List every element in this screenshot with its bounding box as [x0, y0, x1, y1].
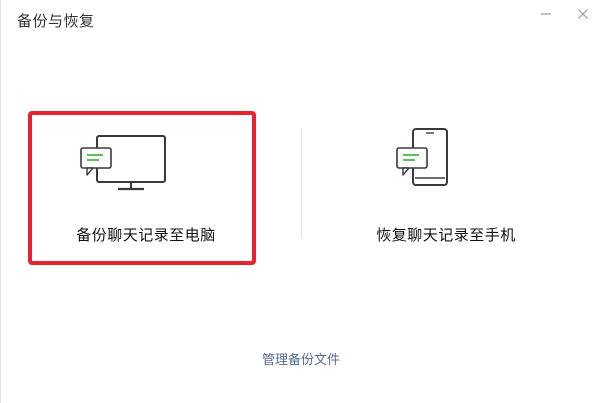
backup-to-pc-label: 备份聊天记录至电脑: [76, 226, 216, 244]
window-title: 备份与恢复: [17, 12, 95, 30]
restore-to-phone-label: 恢复聊天记录至手机: [376, 226, 516, 244]
minimize-button[interactable]: [534, 4, 558, 24]
backup-restore-window: 备份与恢复 备份聊天记录至电脑 恢复聊天记录至手机 管理备份文件: [0, 0, 600, 403]
close-icon: [578, 9, 588, 19]
manage-backup-files-link[interactable]: 管理备份文件: [1, 349, 600, 368]
restore-to-phone-option[interactable]: 恢复聊天记录至手机: [331, 112, 561, 267]
computer-chat-icon: [80, 135, 166, 191]
minimize-icon: [541, 13, 551, 15]
close-button[interactable]: [571, 4, 595, 24]
divider: [301, 128, 302, 238]
phone-chat-icon: [396, 128, 448, 186]
backup-to-pc-option[interactable]: 备份聊天记录至电脑: [31, 112, 261, 267]
